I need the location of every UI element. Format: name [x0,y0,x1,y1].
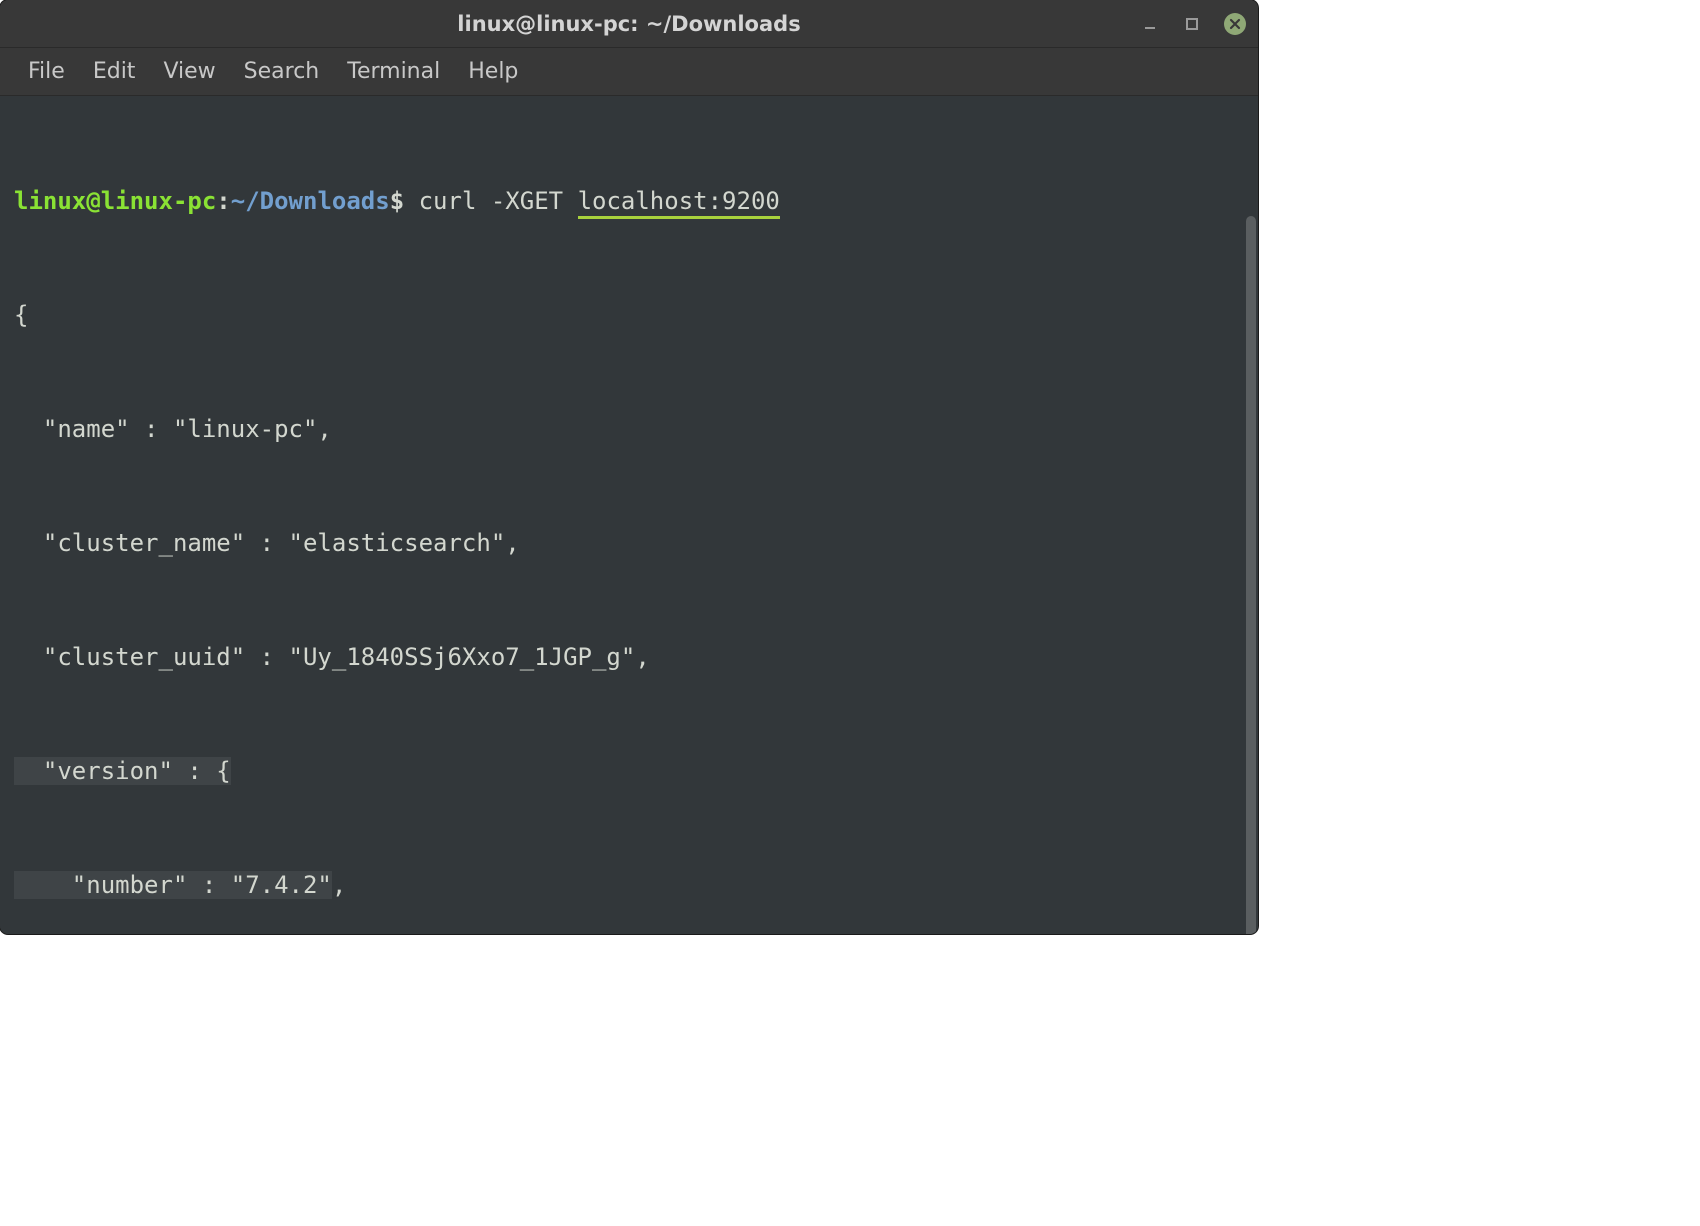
prompt-colon: : [216,187,230,215]
prompt-at: @ [86,187,100,215]
prompt-user: linux [14,187,86,215]
highlight-version-key: "version" : { [14,757,231,785]
prompt-host: linux-pc [101,187,217,215]
terminal-area[interactable]: linux@linux-pc:~/Downloads$ curl -XGET l… [0,96,1258,934]
scrollbar[interactable] [1246,216,1256,934]
output-line: "name" : "linux-pc", [14,410,1244,448]
menu-search[interactable]: Search [230,53,334,90]
titlebar: linux@linux-pc: ~/Downloads [0,0,1258,48]
menubar: File Edit View Search Terminal Help [0,48,1258,96]
minimize-icon[interactable] [1140,14,1160,34]
command-curl-prefix: curl -XGET [419,187,578,215]
menu-help[interactable]: Help [454,53,532,90]
window-title: linux@linux-pc: ~/Downloads [457,12,800,36]
output-line: { [14,296,1244,334]
terminal-window: linux@linux-pc: ~/Downloads File Edit Vi… [0,0,1258,934]
prompt-dollar: $ [390,187,404,215]
menu-edit[interactable]: Edit [79,53,150,90]
menu-terminal[interactable]: Terminal [333,53,454,90]
maximize-icon[interactable] [1182,14,1202,34]
menu-view[interactable]: View [149,53,229,90]
prompt-line-1: linux@linux-pc:~/Downloads$ curl -XGET l… [14,182,1244,220]
output-line-version: "version" : { [14,752,1244,790]
output-line: "cluster_uuid" : "Uy_1840SSj6Xxo7_1JGP_g… [14,638,1244,676]
window-controls [1140,0,1246,48]
output-comma: , [332,871,346,899]
menu-file[interactable]: File [14,53,79,90]
prompt-path: ~/Downloads [231,187,390,215]
highlight-version-number: "number" : "7.4.2" [14,871,332,899]
command-curl-url: localhost:9200 [578,187,780,219]
output-line: "cluster_name" : "elasticsearch", [14,524,1244,562]
close-icon[interactable] [1224,13,1246,35]
output-line-number: "number" : "7.4.2", [14,866,1244,904]
